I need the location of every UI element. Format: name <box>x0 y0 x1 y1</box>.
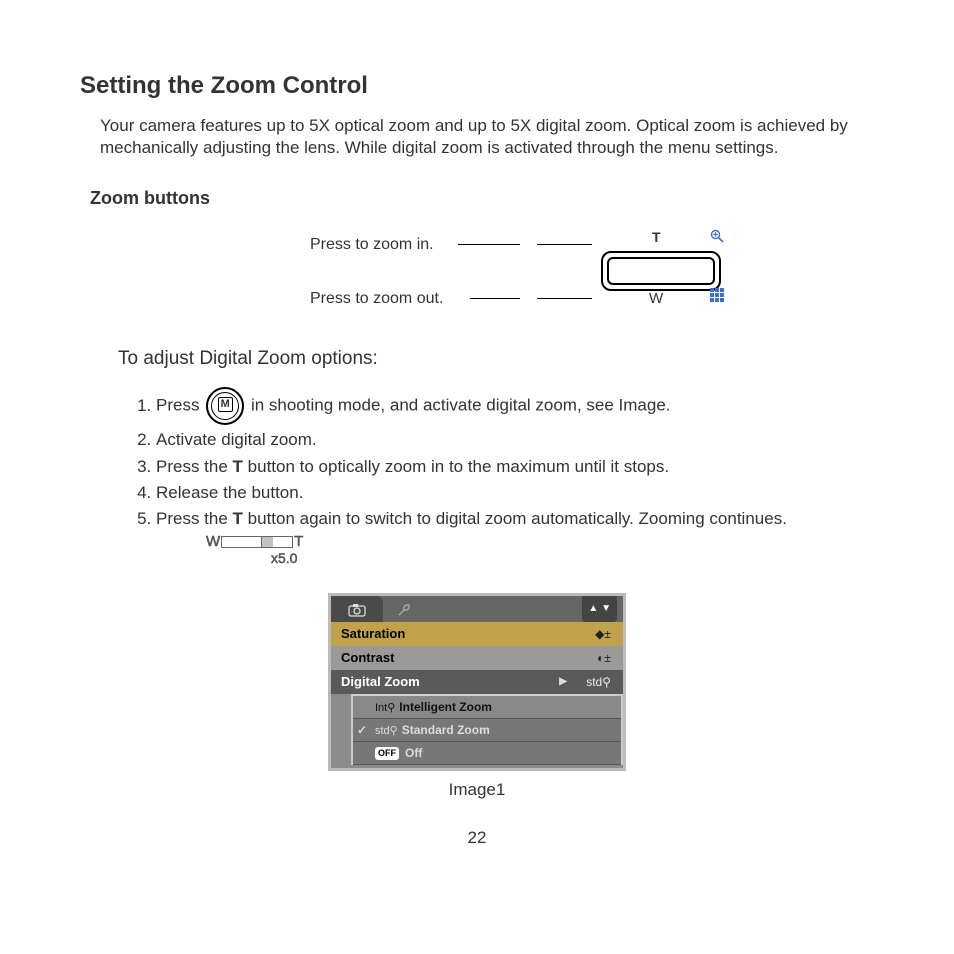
submenu-label: Standard Zoom <box>402 723 490 737</box>
page-title: Setting the Zoom Control <box>80 70 874 101</box>
list-item: Press the T button again to switch to di… <box>156 506 874 569</box>
section-zoom-buttons: Zoom buttons <box>90 187 874 210</box>
leader-line <box>537 244 592 245</box>
step-text: button again to switch to digital zoom a… <box>243 509 787 528</box>
instruction-list: Press M in shooting mode, and activate d… <box>130 385 874 569</box>
zoom-scale-icon: WT <box>206 534 874 549</box>
menu-label: Saturation <box>341 626 405 641</box>
image-caption: Image1 <box>80 779 874 801</box>
zoom-in-label: Press to zoom in. <box>310 235 434 256</box>
t-mark: T <box>294 533 303 550</box>
submenu-popup: Int⚲ Intelligent Zoom ✓ std⚲ Standard Zoom… <box>351 694 623 765</box>
contrast-icon: ◐± <box>597 646 611 670</box>
zoom-out-label: Press to zoom out. <box>310 289 443 310</box>
saturation-icon: ◆± <box>595 622 611 646</box>
chevron-right-icon: ▶ <box>559 670 567 694</box>
standard-zoom-icon: std⚲ <box>375 725 398 737</box>
nav-arrows-icon: ▲ ▼ <box>582 596 617 622</box>
wrench-tab-icon <box>383 596 425 622</box>
t-key: T <box>233 457 243 476</box>
list-item: Press M in shooting mode, and activate d… <box>156 385 874 427</box>
digital-zoom-subheading: To adjust Digital Zoom options: <box>118 347 874 372</box>
off-badge-icon: OFF <box>375 747 399 760</box>
list-item: Activate digital zoom. <box>156 427 874 453</box>
list-item: Press the T button to optically zoom in … <box>156 454 874 480</box>
submenu-item-off: OFF Off <box>353 742 621 765</box>
submenu-item-intelligent: Int⚲ Intelligent Zoom <box>353 696 621 719</box>
step-text: Press the <box>156 457 233 476</box>
zoom-button-diagram: Press to zoom in. Press to zoom out. T W <box>310 231 874 321</box>
step-text: button to optically zoom in to the maxim… <box>243 457 669 476</box>
step-text: in shooting mode, and activate digital z… <box>251 396 671 415</box>
menu-row-saturation: Saturation ◆± <box>331 622 623 646</box>
menu-label: Digital Zoom <box>341 674 420 689</box>
page-number: 22 <box>80 827 874 849</box>
submenu-label: Intelligent Zoom <box>399 700 492 714</box>
step-text: Press the <box>156 509 233 528</box>
t-label-icon: T <box>652 230 661 244</box>
thumbnail-grid-icon <box>710 288 724 302</box>
menu-row-digital-zoom: Digital Zoom ▶ std⚲ <box>331 670 623 694</box>
intro-paragraph: Your camera features up to 5X optical zo… <box>100 115 874 159</box>
submenu-item-standard: ✓ std⚲ Standard Zoom <box>353 719 621 742</box>
camera-tab-icon <box>331 596 383 622</box>
leader-line <box>458 244 520 245</box>
submenu-label: Off <box>405 746 422 760</box>
step-text: Press <box>156 396 199 415</box>
zoom-value: x5.0 <box>271 549 874 567</box>
list-item: Release the button. <box>156 480 874 506</box>
check-icon: ✓ <box>357 719 367 741</box>
intelligent-zoom-icon: Int⚲ <box>375 702 395 714</box>
zoom-mode-icon: std⚲ <box>586 670 611 694</box>
w-mark: W <box>206 533 220 550</box>
zoom-rocker-icon <box>601 251 721 291</box>
magnify-plus-icon <box>710 229 724 243</box>
t-key: T <box>233 509 243 528</box>
leader-line <box>470 298 520 299</box>
menu-label: Contrast <box>341 650 394 665</box>
lcd-menu-image: ▲ ▼ Saturation ◆± Contrast ◐± Digital Zo… <box>328 593 626 771</box>
w-label-icon: W <box>649 291 663 306</box>
menu-button-icon: M <box>206 387 244 425</box>
menu-row-contrast: Contrast ◐± <box>331 646 623 670</box>
leader-line <box>537 298 592 299</box>
